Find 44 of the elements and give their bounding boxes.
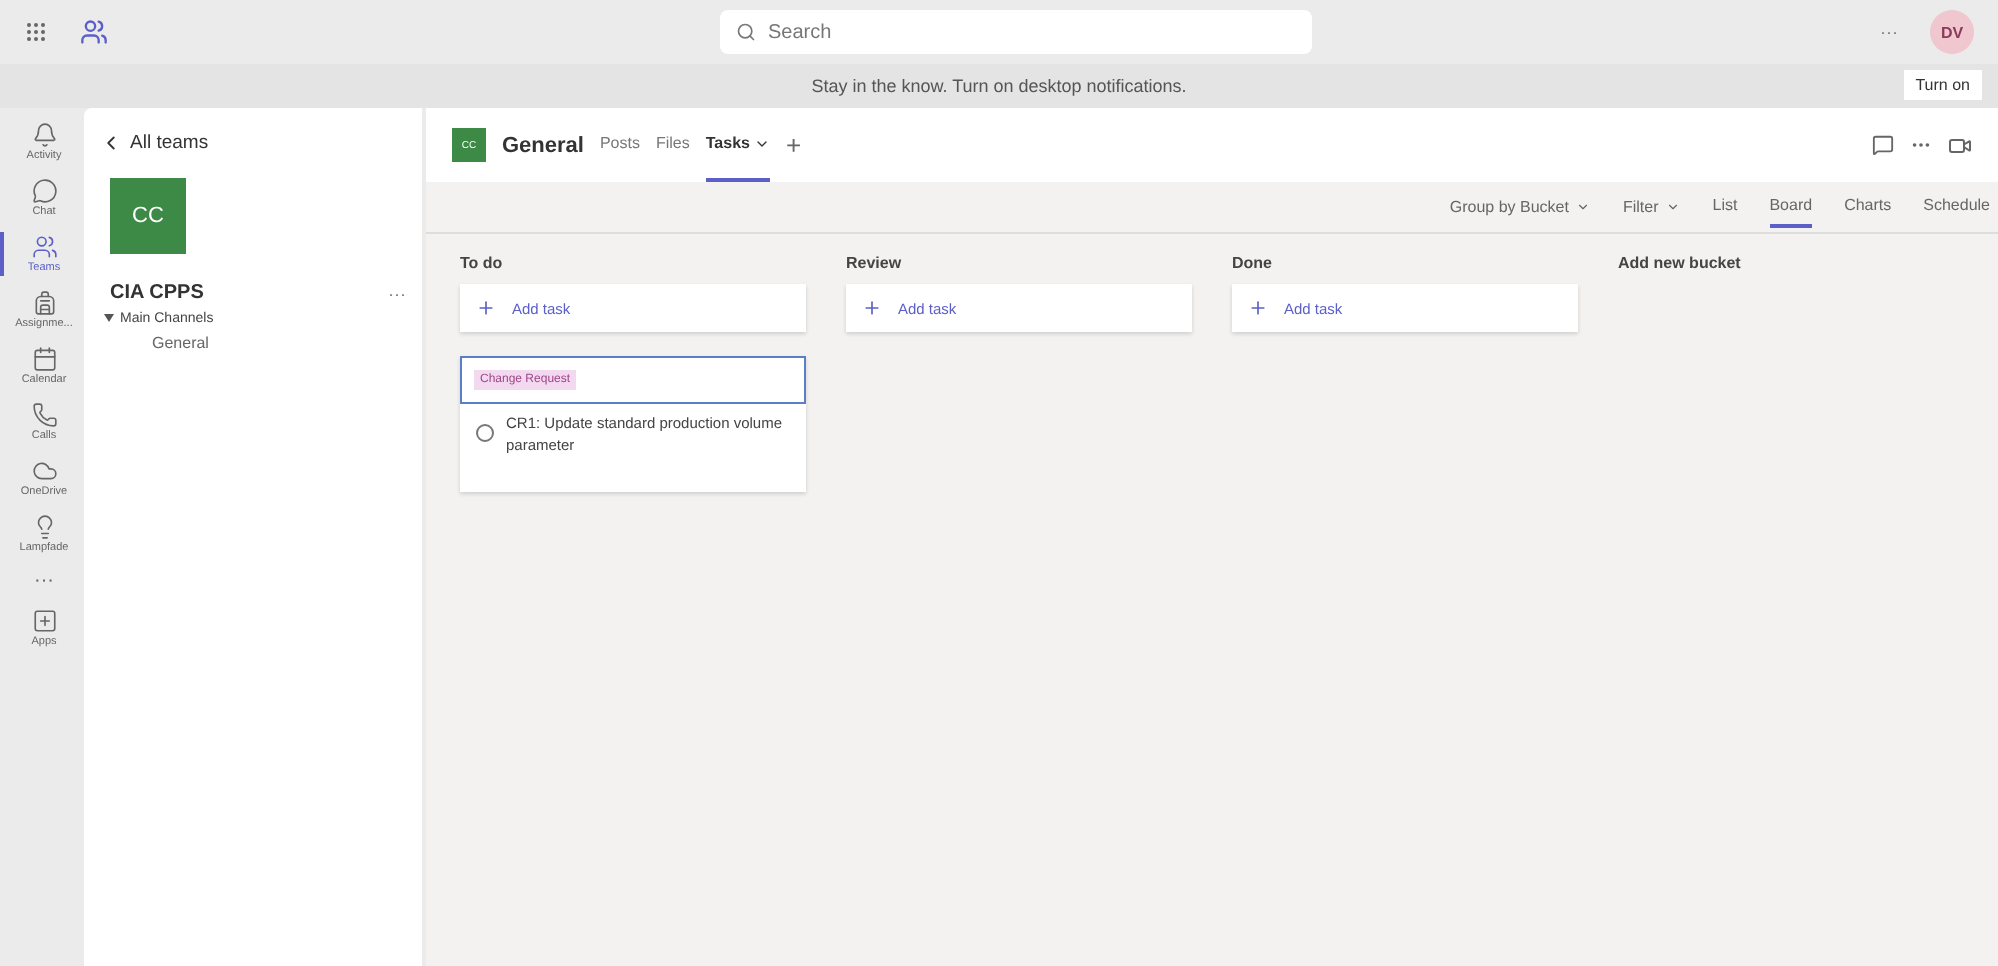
bucket-title: Done	[1232, 254, 1274, 272]
filter-dropdown[interactable]: Filter	[1622, 198, 1681, 216]
group-by-dropdown[interactable]: Group by Bucket	[1449, 198, 1591, 216]
add-bucket-link[interactable]: Add new bucket	[1618, 254, 1964, 272]
more-apps-button[interactable]: ···	[0, 568, 84, 594]
view-tab[interactable]: Charts	[1844, 186, 1892, 228]
view-tab[interactable]: Board	[1769, 186, 1813, 228]
plus-icon	[1248, 298, 1268, 318]
all-teams-link[interactable]: All teams	[100, 132, 406, 154]
search-icon	[736, 22, 756, 42]
app-launcher-icon[interactable]	[24, 20, 48, 44]
channel-tab[interactable]: Files	[655, 108, 690, 182]
view-tab[interactable]: Schedule	[1923, 186, 1990, 228]
team-name: CIA CPPS	[110, 282, 204, 304]
notification-text: Stay in the know. Turn on desktop notifications.	[811, 76, 1187, 96]
team-avatar: CC	[110, 178, 186, 254]
bucket-title: To do	[460, 254, 505, 272]
bucket-title: Review	[846, 254, 904, 272]
channel-item[interactable]: General	[100, 326, 406, 352]
chat-icon[interactable]	[1872, 134, 1894, 156]
caret-icon	[1576, 200, 1591, 214]
add-tab-button[interactable]: +	[785, 130, 802, 160]
turn-on-button[interactable]: Turn on	[1903, 70, 1982, 100]
plus-icon	[476, 298, 496, 318]
channel-tab[interactable]: Tasks	[705, 108, 770, 182]
complete-checkbox[interactable]	[476, 424, 494, 442]
calendar-icon	[31, 346, 57, 372]
bell-icon	[31, 122, 57, 148]
apps-icon	[31, 608, 57, 634]
channel-title: General	[502, 133, 584, 157]
backpack-icon	[31, 290, 57, 316]
user-avatar[interactable]: DV	[1930, 10, 1974, 54]
cloud-icon	[31, 458, 57, 484]
search-field[interactable]: Search	[720, 10, 1312, 54]
team-more-options[interactable]: ···	[388, 283, 406, 303]
plus-icon	[862, 298, 882, 318]
more-options[interactable]: ···	[1880, 22, 1898, 42]
chat-icon	[31, 178, 57, 204]
caret-icon	[1666, 200, 1681, 214]
channel-tab[interactable]: Posts	[599, 108, 640, 182]
caret-icon	[104, 314, 114, 322]
video-call-icon[interactable]	[1948, 133, 1972, 157]
view-tab[interactable]: List	[1712, 186, 1738, 228]
phone-icon	[31, 402, 57, 428]
